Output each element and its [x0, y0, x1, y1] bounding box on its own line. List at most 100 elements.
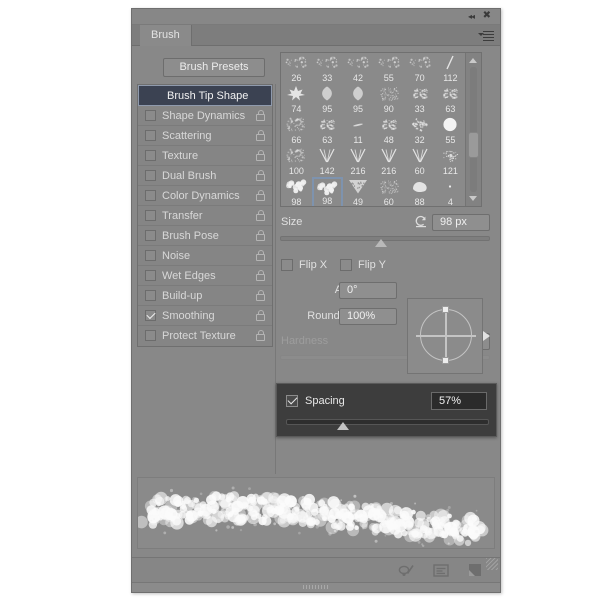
brush-option-noise[interactable]: Noise	[138, 246, 272, 266]
spacing-slider-knob[interactable]	[336, 422, 349, 430]
option-checkbox[interactable]	[145, 150, 156, 161]
lock-open-icon[interactable]	[256, 130, 265, 141]
brush-tip-66[interactable]: 66	[281, 115, 312, 146]
brush-tip-216[interactable]: 216	[373, 146, 404, 177]
panel-menu-icon[interactable]	[478, 30, 494, 41]
spacing-input[interactable]: 57%	[431, 392, 487, 410]
collapse-arrows-icon[interactable]: ◂◂	[468, 12, 475, 21]
roundness-handle-top[interactable]	[442, 306, 449, 313]
flip-y-checkbox[interactable]	[340, 259, 352, 271]
brush-option-dual-brush[interactable]: Dual Brush	[138, 166, 272, 186]
brush-tip-88[interactable]: 88	[404, 177, 435, 206]
size-slider-knob[interactable]	[374, 239, 387, 247]
brush-tip-55[interactable]: 55	[373, 53, 404, 84]
brush-tip-33[interactable]: 33	[404, 84, 435, 115]
reset-size-icon[interactable]	[414, 215, 428, 228]
lock-open-icon[interactable]	[256, 110, 265, 121]
brush-tip-216[interactable]: 216	[343, 146, 374, 177]
brush-tip-121[interactable]: 121	[435, 146, 466, 177]
lock-open-icon[interactable]	[256, 310, 265, 321]
lock-open-icon[interactable]	[256, 330, 265, 341]
brush-size-label: 32	[414, 135, 425, 145]
lock-open-icon[interactable]	[256, 290, 265, 301]
option-checkbox[interactable]	[145, 290, 156, 301]
angle-input[interactable]: 0°	[339, 282, 397, 299]
option-checkbox[interactable]	[145, 190, 156, 201]
option-checkbox[interactable]	[145, 310, 156, 321]
scrollbar-track[interactable]	[470, 67, 477, 192]
circle-solid-icon	[435, 115, 466, 134]
brush-option-texture[interactable]: Texture	[138, 146, 272, 166]
brush-option-shape-dynamics[interactable]: Shape Dynamics	[138, 106, 272, 126]
option-checkbox[interactable]	[145, 270, 156, 281]
brush-tip-63[interactable]: 63	[435, 84, 466, 115]
option-checkbox[interactable]	[145, 250, 156, 261]
brush-presets-button[interactable]: Brush Presets	[163, 58, 265, 77]
brush-tip-4[interactable]: 4	[435, 177, 466, 206]
spacing-slider-track[interactable]	[286, 419, 489, 425]
brush-tip-63[interactable]: 63	[312, 115, 343, 146]
lock-open-icon[interactable]	[256, 230, 265, 241]
angle-pointer-icon[interactable]	[483, 331, 490, 341]
brush-tip-49[interactable]: 49	[343, 177, 374, 206]
brush-tip-90[interactable]: 90	[373, 84, 404, 115]
lock-open-icon[interactable]	[256, 150, 265, 161]
option-checkbox[interactable]	[145, 110, 156, 121]
brush-tip-95[interactable]: 95	[343, 84, 374, 115]
size-input[interactable]: 98 px	[432, 214, 490, 231]
roundness-handle-bottom[interactable]	[442, 357, 449, 364]
lock-open-icon[interactable]	[256, 250, 265, 261]
option-checkbox[interactable]	[145, 230, 156, 241]
brush-option-transfer[interactable]: Transfer	[138, 206, 272, 226]
scroll-down-arrow-icon[interactable]	[469, 196, 477, 201]
scroll-up-arrow-icon[interactable]	[469, 58, 477, 63]
preset-manager-icon[interactable]	[432, 562, 450, 578]
brush-option-wet-edges[interactable]: Wet Edges	[138, 266, 272, 286]
brush-tip-11[interactable]: 11	[343, 115, 374, 146]
brush-tip-26[interactable]: 26	[281, 53, 312, 84]
option-checkbox[interactable]	[145, 130, 156, 141]
brush-option-build-up[interactable]: Build-up	[138, 286, 272, 306]
resize-corner-handle[interactable]	[486, 558, 498, 570]
tab-brush[interactable]: Brush	[140, 25, 192, 46]
lock-open-icon[interactable]	[256, 170, 265, 181]
option-checkbox[interactable]	[145, 170, 156, 181]
scrollbar-thumb[interactable]	[468, 132, 479, 158]
brush-tip-60[interactable]: 60	[373, 177, 404, 206]
brush-tip-55[interactable]: 55	[435, 115, 466, 146]
roundness-input[interactable]: 100%	[339, 308, 397, 325]
lock-open-icon[interactable]	[256, 270, 265, 281]
option-checkbox[interactable]	[145, 330, 156, 341]
brush-tip-112[interactable]: 112	[435, 53, 466, 84]
lock-open-icon[interactable]	[256, 190, 265, 201]
new-brush-icon[interactable]	[466, 562, 484, 578]
brush-tip-32[interactable]: 32	[404, 115, 435, 146]
brush-tip-98[interactable]: 98	[281, 177, 312, 206]
spacing-checkbox[interactable]	[286, 395, 298, 407]
brush-tip-60[interactable]: 60	[404, 146, 435, 177]
brush-grid-scrollbar[interactable]	[465, 53, 481, 206]
brush-tip-42[interactable]: 42	[343, 53, 374, 84]
brush-option-brush-pose[interactable]: Brush Pose	[138, 226, 272, 246]
angle-roundness-widget[interactable]	[407, 298, 490, 374]
flip-x-checkbox[interactable]	[281, 259, 293, 271]
brush-tip-70[interactable]: 70	[404, 53, 435, 84]
option-checkbox[interactable]	[145, 210, 156, 221]
lock-open-icon[interactable]	[256, 210, 265, 221]
brush-option-smoothing[interactable]: Smoothing	[138, 306, 272, 326]
close-icon[interactable]: ✖	[483, 11, 491, 21]
brush-tip-95[interactable]: 95	[312, 84, 343, 115]
brush-tip-142[interactable]: 142	[312, 146, 343, 177]
size-slider[interactable]	[280, 234, 490, 247]
brush-tip-98-selected[interactable]: 98	[311, 177, 343, 206]
brush-tip-48[interactable]: 48	[373, 115, 404, 146]
brush-option-brush-tip-shape[interactable]: Brush Tip Shape	[138, 85, 272, 106]
toggle-brush-stroke-icon[interactable]	[398, 562, 416, 578]
brush-tip-74[interactable]: 74	[281, 84, 312, 115]
brush-option-protect-texture[interactable]: Protect Texture	[138, 326, 272, 346]
brush-tip-33[interactable]: 33	[312, 53, 343, 84]
brush-tip-100[interactable]: 100	[281, 146, 312, 177]
brush-option-scattering[interactable]: Scattering	[138, 126, 272, 146]
panel-grip-handle[interactable]	[303, 585, 329, 589]
brush-option-color-dynamics[interactable]: Color Dynamics	[138, 186, 272, 206]
